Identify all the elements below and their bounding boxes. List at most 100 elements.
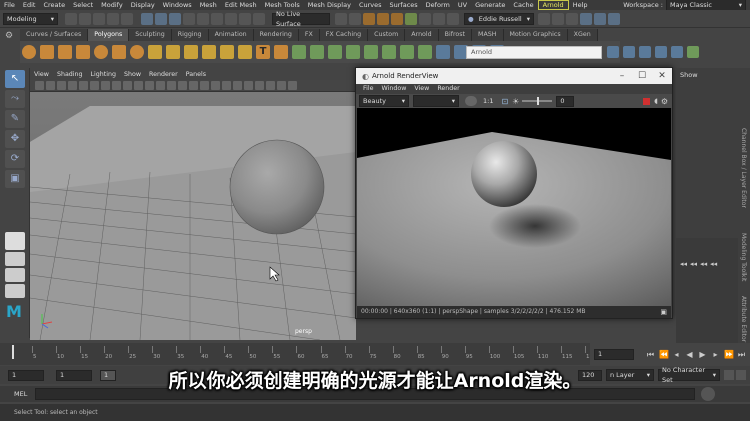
crop-region-icon[interactable]: ⊡ <box>501 97 508 106</box>
pyramid-icon[interactable] <box>166 45 180 59</box>
rgb-channel-icon[interactable] <box>465 96 477 106</box>
minimize-icon[interactable]: – <box>612 71 632 81</box>
resolution-gate-icon[interactable] <box>101 81 110 90</box>
menu-cache[interactable]: Cache <box>509 0 537 10</box>
shelf-tab-fx[interactable]: FX <box>298 29 320 41</box>
four-pane-icon[interactable] <box>5 252 25 266</box>
undo-icon[interactable] <box>107 12 119 25</box>
redo-icon[interactable] <box>121 12 133 25</box>
shelf-gear-icon[interactable]: ⚙ <box>5 31 15 41</box>
current-frame-marker[interactable] <box>12 345 14 359</box>
shelf-tab-rendering[interactable]: Rendering <box>253 29 299 41</box>
stop-render-icon[interactable] <box>643 97 651 105</box>
smooth-icon[interactable] <box>328 45 342 59</box>
poly-cube-icon[interactable] <box>40 45 54 59</box>
gate-mask-icon[interactable] <box>112 81 121 90</box>
menu-windows[interactable]: Windows <box>159 0 196 10</box>
construction-icon[interactable] <box>349 12 361 25</box>
show-menu[interactable]: Show <box>680 71 698 79</box>
snap-grid-icon[interactable] <box>197 12 209 25</box>
two-pane-icon[interactable] <box>5 268 25 282</box>
move-tool-icon[interactable]: ✥ <box>5 130 25 148</box>
time-slider[interactable]: 5 10 15 20 25 30 35 40 45 50 55 60 65 70 75 80 85 90 95 100… <box>0 343 597 365</box>
shelf-tab-animation[interactable]: Animation <box>208 29 254 41</box>
new-scene-icon[interactable] <box>65 12 77 25</box>
menu-arnold[interactable]: Arnold <box>537 0 569 10</box>
menu-mesh[interactable]: Mesh <box>196 0 221 10</box>
layer-next-icon[interactable]: ◂◂ <box>700 260 707 268</box>
safe-title-icon[interactable] <box>145 81 154 90</box>
prism-icon[interactable] <box>184 45 198 59</box>
live-surface-field[interactable]: No Live Surface <box>272 10 330 28</box>
user-account-select[interactable]: ● Eddie Russell ▾ <box>464 12 534 25</box>
save-scene-icon[interactable] <box>93 12 105 25</box>
ambient-occlusion-icon[interactable] <box>233 81 242 90</box>
channel-box-tab[interactable]: Channel Box / Layer Editor <box>740 128 747 208</box>
wireframe-icon[interactable] <box>156 81 165 90</box>
shelf-tab-xgen[interactable]: XGen <box>567 29 598 41</box>
viewport-menu-panels[interactable]: Panels <box>182 70 210 80</box>
bookmark-icon[interactable] <box>57 81 66 90</box>
step-back-key-icon[interactable]: ⏪ <box>659 350 669 359</box>
shelf-tab-bifrost[interactable]: Bifrost <box>438 29 473 41</box>
sphere-object[interactable] <box>229 139 325 235</box>
aov-select[interactable]: Beauty ▾ <box>359 95 409 107</box>
chat-icon[interactable] <box>566 12 578 25</box>
layer-end-icon[interactable]: ◂◂ <box>710 260 717 268</box>
rotate-tool-icon[interactable]: ⟳ <box>5 150 25 168</box>
camera-select-icon[interactable] <box>35 81 44 90</box>
single-pane-icon[interactable] <box>5 232 25 250</box>
renderview-menu-window[interactable]: Window <box>378 84 411 94</box>
menu-generate[interactable]: Generate <box>471 0 509 10</box>
play-forward-icon[interactable]: ▶ <box>698 350 707 359</box>
extrude-icon[interactable] <box>382 45 396 59</box>
xray-icon[interactable] <box>447 12 459 25</box>
menu-deform[interactable]: Deform <box>422 0 454 10</box>
select-tool-icon[interactable]: ↖ <box>5 70 25 88</box>
render-image[interactable] <box>357 108 671 306</box>
arnold-menu-field[interactable]: Arnold <box>466 46 602 59</box>
snapshot-icon[interactable]: ▣ <box>660 306 667 318</box>
type-text-icon[interactable]: T <box>256 45 270 59</box>
image-plane-icon[interactable] <box>68 81 77 90</box>
arnold-skydome-icon[interactable] <box>639 46 651 58</box>
current-frame-field[interactable]: 1 <box>594 348 634 360</box>
pipe-icon[interactable] <box>202 45 216 59</box>
shelf-tab-sculpting[interactable]: Sculpting <box>129 29 172 41</box>
history-icon[interactable] <box>335 12 347 25</box>
platonic-solid-icon[interactable] <box>148 45 162 59</box>
lasso-tool-icon[interactable]: ⤳ <box>5 90 25 108</box>
hypershade-icon[interactable] <box>405 12 417 25</box>
mode-select[interactable]: Modeling ▾ <box>3 12 58 25</box>
snap-view-icon[interactable] <box>239 12 251 25</box>
film-gate-icon[interactable] <box>90 81 99 90</box>
shelf-tab-mash[interactable]: MASH <box>472 29 504 41</box>
wireframe-on-shaded-icon[interactable] <box>189 81 198 90</box>
layer-prev-icon[interactable]: ◂◂ <box>680 260 687 268</box>
lock-icon[interactable] <box>183 12 195 25</box>
arnold-mesh-light-icon[interactable] <box>655 46 667 58</box>
xray-mode-icon[interactable] <box>288 81 297 90</box>
channel-box-icon[interactable] <box>580 12 592 25</box>
bridge-icon[interactable] <box>400 45 414 59</box>
arnold-light-icon[interactable] <box>607 46 619 58</box>
viewport-menu-view[interactable]: View <box>30 70 53 80</box>
grid-toggle-icon[interactable] <box>79 81 88 90</box>
renderview-settings-icon[interactable]: ⚙ <box>661 97 668 106</box>
shelf-tab-curves-surfaces[interactable]: Curves / Surfaces <box>20 29 89 41</box>
anti-alias-icon[interactable] <box>255 81 264 90</box>
helix-icon[interactable] <box>220 45 234 59</box>
poly-plane-icon[interactable] <box>112 45 126 59</box>
viewport-menu-lighting[interactable]: Lighting <box>87 70 120 80</box>
snap-curve-icon[interactable] <box>211 12 223 25</box>
motion-blur-icon[interactable] <box>244 81 253 90</box>
menu-edit[interactable]: Edit <box>19 0 40 10</box>
shelf-tab-arnold[interactable]: Arnold <box>405 29 439 41</box>
poly-sphere-icon[interactable] <box>22 45 36 59</box>
select-component-icon[interactable] <box>169 12 181 25</box>
combine-icon[interactable] <box>292 45 306 59</box>
maximize-icon[interactable]: ☐ <box>632 71 652 81</box>
tool-settings-icon[interactable] <box>608 12 620 25</box>
mirror-icon[interactable] <box>364 45 378 59</box>
viewport-menu-shading[interactable]: Shading <box>53 70 87 80</box>
